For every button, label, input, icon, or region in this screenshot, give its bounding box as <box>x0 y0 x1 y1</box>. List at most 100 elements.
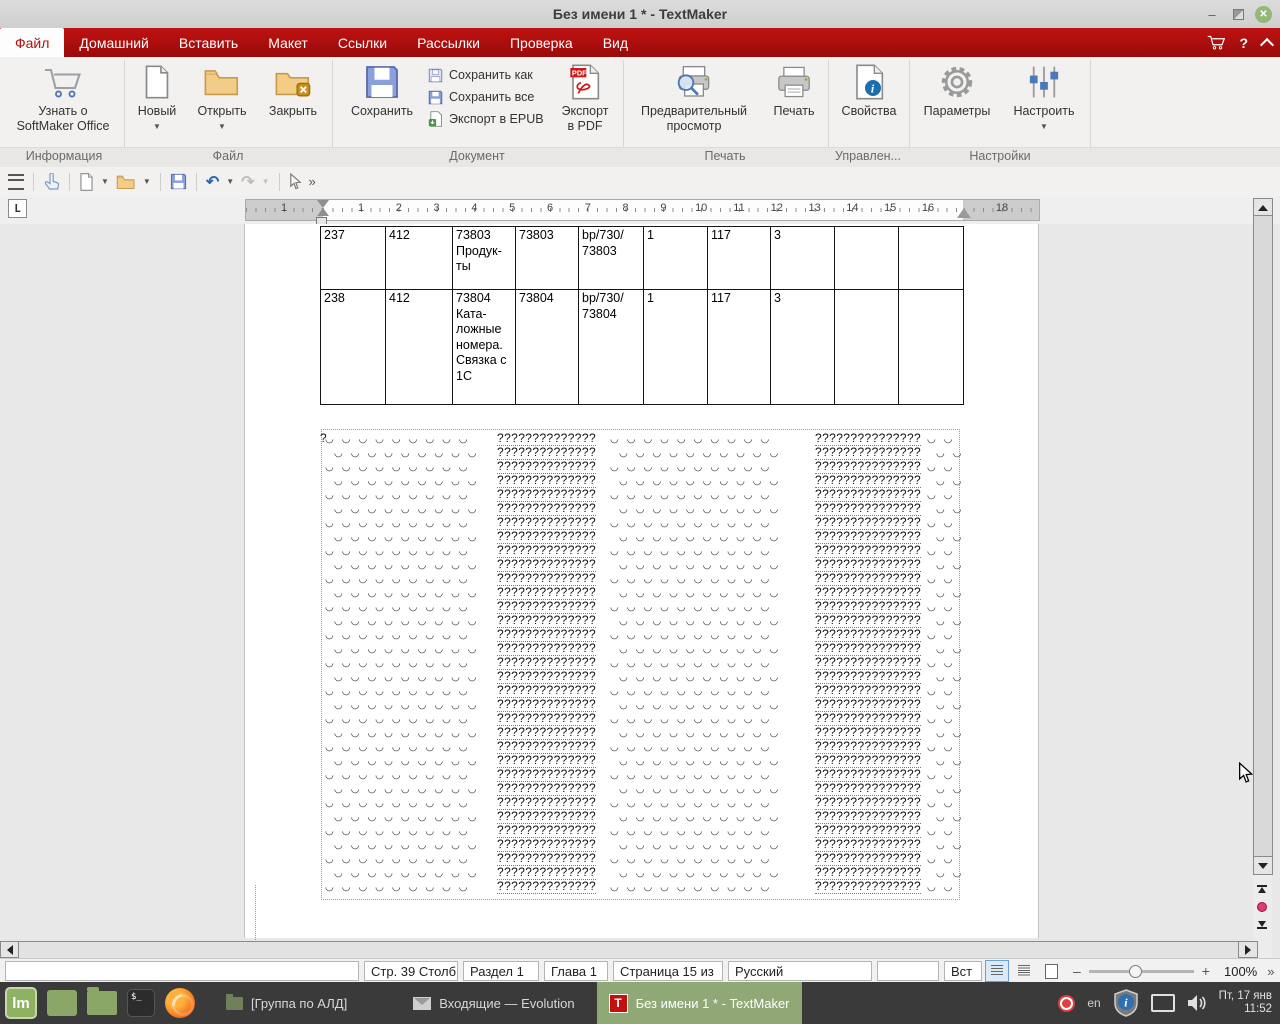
open-button[interactable]: Открыть ▼ <box>188 61 256 131</box>
zoom-slider[interactable] <box>1089 970 1194 973</box>
vertical-scrollbar[interactable] <box>1253 198 1272 941</box>
view-page-button[interactable] <box>1039 960 1063 982</box>
touch-mode-icon[interactable] <box>43 171 60 193</box>
first-line-indent-marker[interactable] <box>317 200 329 208</box>
save-icon[interactable] <box>170 171 187 193</box>
save-button[interactable]: Сохранить <box>337 61 427 119</box>
new-button[interactable]: Новый ▼ <box>128 61 186 131</box>
ribbon-tab-3[interactable]: Вставить <box>164 28 253 57</box>
ribbon-tab-7[interactable]: Проверка <box>495 28 588 57</box>
toolbar-overflow-icon[interactable]: » <box>309 174 316 189</box>
scroll-left-button[interactable] <box>0 941 20 958</box>
task-evolution-window[interactable]: Входящие — Evolution <box>401 982 586 1024</box>
table-cell[interactable]: 412 <box>386 290 453 405</box>
table-cell[interactable]: 73804 Ката- ложные номера. Связка с 1С <box>453 290 516 405</box>
status-chapter[interactable]: Глава 1 <box>544 961 608 981</box>
zoom-out-button[interactable]: – <box>1073 963 1081 979</box>
learn-softmaker-button[interactable]: Узнать о SoftMaker Office <box>6 61 120 134</box>
table-cell[interactable]: 117 <box>708 227 771 290</box>
ribbon-tab-4[interactable]: Макет <box>253 28 323 57</box>
table-cell[interactable]: 412 <box>386 227 453 290</box>
table-cell[interactable]: 117 <box>708 290 771 405</box>
undo-dropdown-icon[interactable]: ▼ <box>226 177 234 186</box>
browse-object-button[interactable] <box>1254 900 1270 914</box>
table-cell[interactable]: bp/730/ 73803 <box>579 227 644 290</box>
ribbon-tab-8[interactable]: Вид <box>588 28 643 57</box>
status-language[interactable]: Русский <box>728 961 872 981</box>
zoom-slider-knob[interactable] <box>1129 965 1142 978</box>
status-overflow-icon[interactable]: » <box>1267 964 1274 979</box>
close-document-button[interactable]: Закрыть <box>260 61 326 119</box>
collapse-ribbon-icon[interactable] <box>1260 37 1274 51</box>
export-pdf-button[interactable]: PDF Экспорт в PDF <box>552 61 618 134</box>
zoom-in-button[interactable]: + <box>1202 963 1210 979</box>
undo-icon[interactable]: ↶ <box>206 172 219 192</box>
table-cell[interactable] <box>899 227 964 290</box>
options-button[interactable]: Параметры <box>914 61 1000 119</box>
table-cell[interactable] <box>835 227 899 290</box>
scroll-right-button[interactable] <box>1238 941 1258 958</box>
redo-icon[interactable]: ↷ <box>241 172 254 192</box>
previous-object-button[interactable] <box>1254 882 1270 896</box>
ribbon-tab-2[interactable]: Домашний <box>64 28 163 57</box>
document-page[interactable]: 23741273803 Продук- ты73803bp/730/ 73803… <box>245 224 1038 938</box>
zoom-value[interactable]: 100% <box>1224 964 1257 979</box>
status-page-column[interactable]: Стр. 39 Столб. <box>364 961 458 981</box>
ribbon-tab-6[interactable]: Рассылки <box>402 28 495 57</box>
table-cell[interactable]: 238 <box>321 290 386 405</box>
display-tray-icon[interactable] <box>1151 994 1175 1012</box>
volume-icon[interactable] <box>1187 994 1207 1012</box>
garbled-text-block[interactable]: ?◡◡◡◡◡◡◡◡◡??????????????◡◡◡◡◡◡◡◡◡◡??????… <box>245 429 1038 893</box>
cart-icon[interactable] <box>1207 35 1225 50</box>
close-button[interactable]: ✕ <box>1255 6 1272 23</box>
print-preview-button[interactable]: Предварительный просмотр <box>628 61 760 134</box>
horizontal-ruler[interactable]: 1 18 12345678910111213141516 <box>245 199 1040 221</box>
new-dropdown-icon[interactable]: ▼ <box>101 177 109 186</box>
print-button[interactable]: Печать <box>764 61 824 119</box>
clock[interactable]: Пт, 17 янв 11:52 <box>1219 990 1278 1016</box>
save-all-button[interactable]: Сохранить все <box>428 87 534 107</box>
table-cell[interactable]: 3 <box>771 290 835 405</box>
open-folder-icon[interactable] <box>116 171 136 193</box>
table-cell[interactable]: 3 <box>771 227 835 290</box>
minimize-button[interactable]: – <box>1199 3 1225 25</box>
view-normal-button[interactable] <box>985 960 1009 982</box>
horizontal-scrollbar[interactable] <box>0 941 1272 958</box>
table-cell[interactable]: 73803 <box>516 227 579 290</box>
ribbon-tab-5[interactable]: Ссылки <box>323 28 402 57</box>
right-indent-marker[interactable] <box>957 208 971 218</box>
task-group-window[interactable]: [Группа по АЛД] <box>214 982 359 1024</box>
status-page-number[interactable]: Страница 15 из <box>613 961 723 981</box>
table-cell[interactable]: 73804 <box>516 290 579 405</box>
keyboard-layout-indicator[interactable]: en <box>1087 996 1100 1010</box>
customize-button[interactable]: Настроить ▼ <box>1002 61 1086 131</box>
table-cell[interactable]: 1 <box>644 290 708 405</box>
table-cell[interactable]: 237 <box>321 227 386 290</box>
terminal-button[interactable]: $_ <box>122 982 160 1024</box>
ribbon-tab-1[interactable]: Файл <box>0 28 64 57</box>
save-as-button[interactable]: Сохранить как <box>428 65 533 85</box>
table-cell[interactable]: bp/730/ 73804 <box>579 290 644 405</box>
tab-stop-selector[interactable]: L <box>8 199 27 218</box>
update-shield-icon[interactable]: i <box>1113 989 1139 1017</box>
next-object-button[interactable] <box>1254 918 1270 932</box>
scroll-down-button[interactable] <box>1253 856 1273 875</box>
help-icon[interactable]: ? <box>1239 35 1248 51</box>
recorder-tray-icon[interactable] <box>1058 995 1075 1012</box>
horizontal-scroll-thumb[interactable] <box>18 941 1239 959</box>
show-desktop-button[interactable] <box>42 982 82 1024</box>
main-menu-icon[interactable] <box>8 171 24 193</box>
left-indent-marker[interactable] <box>317 208 329 216</box>
new-document-icon[interactable] <box>79 171 94 193</box>
document-table[interactable]: 23741273803 Продук- ты73803bp/730/ 73803… <box>320 226 964 405</box>
vertical-scroll-thumb[interactable] <box>1253 215 1273 858</box>
redo-dropdown-icon[interactable]: ▼ <box>262 177 270 186</box>
maximize-button[interactable] <box>1225 3 1251 25</box>
table-cell[interactable]: 1 <box>644 227 708 290</box>
pointer-icon[interactable] <box>289 171 302 193</box>
document-area[interactable]: 23741273803 Продук- ты73803bp/730/ 73803… <box>0 224 1253 941</box>
task-textmaker-window[interactable]: T Без имени 1 * - TextMaker <box>597 982 802 1024</box>
table-cell[interactable] <box>835 290 899 405</box>
export-epub-button[interactable]: Экспорт в EPUB <box>428 109 544 129</box>
mint-menu-button[interactable]: lm <box>0 982 42 1024</box>
